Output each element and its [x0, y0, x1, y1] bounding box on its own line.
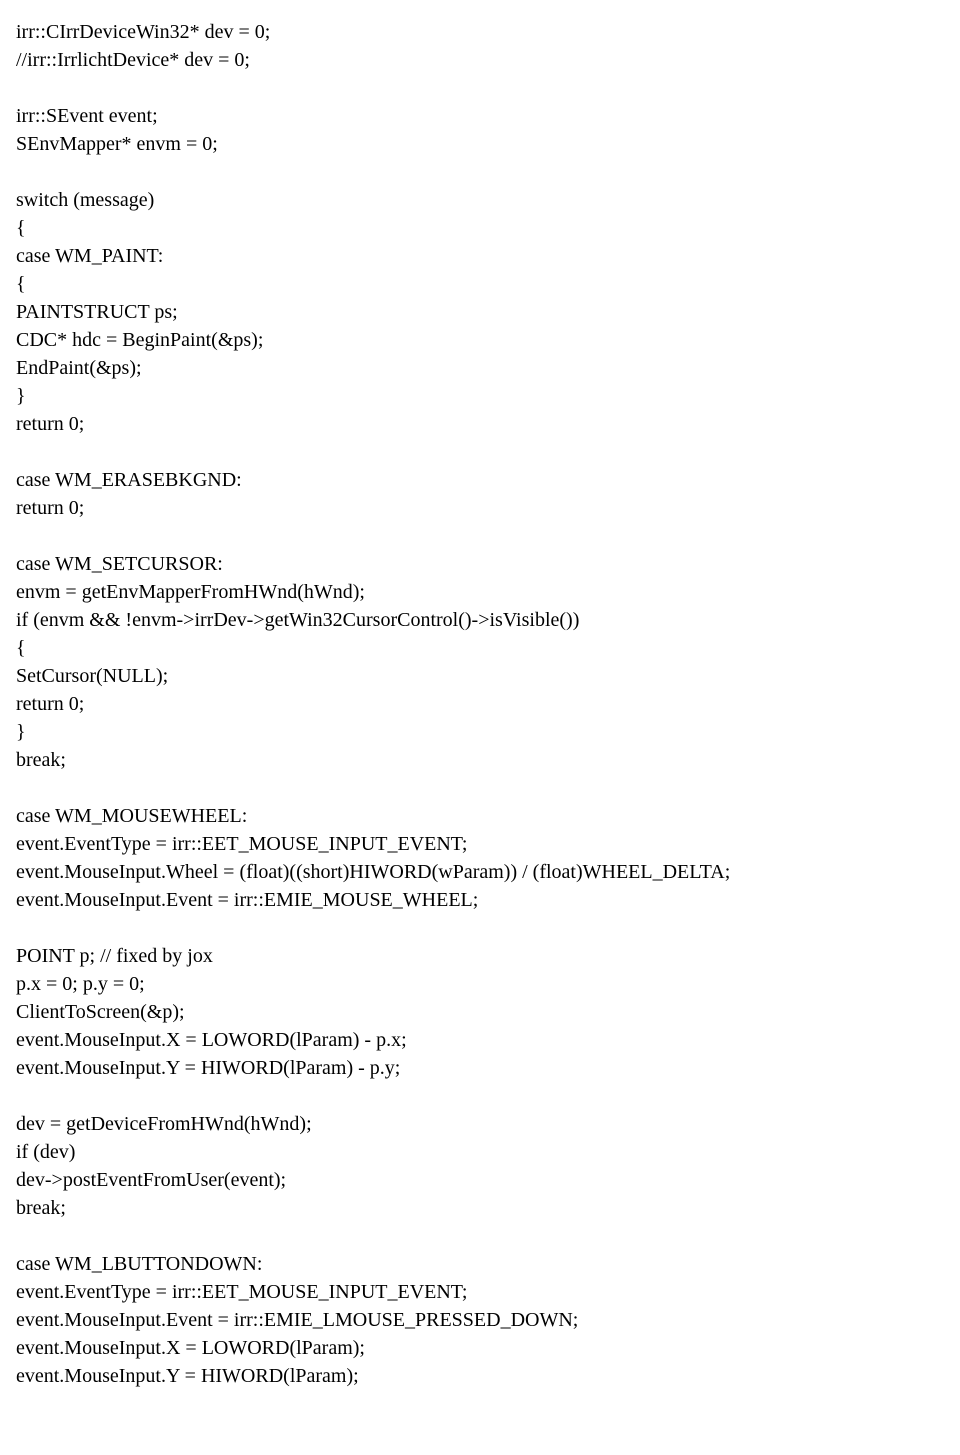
code-line: event.MouseInput.Event = irr::EMIE_LMOUS… — [16, 1306, 944, 1334]
code-line: } — [16, 718, 944, 746]
code-line: dev->postEventFromUser(event); — [16, 1166, 944, 1194]
blank-line — [16, 1222, 944, 1250]
code-line: irr::CIrrDeviceWin32* dev = 0; — [16, 18, 944, 46]
code-line: POINT p; // fixed by jox — [16, 942, 944, 970]
code-line: case WM_MOUSEWHEEL: — [16, 802, 944, 830]
code-line: case WM_PAINT: — [16, 242, 944, 270]
code-line: irr::SEvent event; — [16, 102, 944, 130]
code-line: return 0; — [16, 410, 944, 438]
code-line: case WM_LBUTTONDOWN: — [16, 1250, 944, 1278]
code-line: break; — [16, 1194, 944, 1222]
blank-line — [16, 1082, 944, 1110]
blank-line — [16, 74, 944, 102]
code-line: event.MouseInput.Y = HIWORD(lParam) - p.… — [16, 1054, 944, 1082]
code-block: irr::CIrrDeviceWin32* dev = 0;//irr::Irr… — [16, 18, 944, 1390]
code-line: event.MouseInput.Event = irr::EMIE_MOUSE… — [16, 886, 944, 914]
blank-line — [16, 914, 944, 942]
code-line: envm = getEnvMapperFromHWnd(hWnd); — [16, 578, 944, 606]
code-line: if (dev) — [16, 1138, 944, 1166]
code-line: event.EventType = irr::EET_MOUSE_INPUT_E… — [16, 1278, 944, 1306]
code-line: event.MouseInput.Y = HIWORD(lParam); — [16, 1362, 944, 1390]
code-line: return 0; — [16, 494, 944, 522]
code-line: EndPaint(&ps); — [16, 354, 944, 382]
code-line: if (envm && !envm->irrDev->getWin32Curso… — [16, 606, 944, 634]
code-line: { — [16, 270, 944, 298]
blank-line — [16, 438, 944, 466]
code-line: //irr::IrrlichtDevice* dev = 0; — [16, 46, 944, 74]
code-line: CDC* hdc = BeginPaint(&ps); — [16, 326, 944, 354]
code-line: SetCursor(NULL); — [16, 662, 944, 690]
code-line: dev = getDeviceFromHWnd(hWnd); — [16, 1110, 944, 1138]
code-line: p.x = 0; p.y = 0; — [16, 970, 944, 998]
code-line: event.MouseInput.Wheel = (float)((short)… — [16, 858, 944, 886]
blank-line — [16, 158, 944, 186]
code-line: case WM_SETCURSOR: — [16, 550, 944, 578]
code-line: switch (message) — [16, 186, 944, 214]
code-line: { — [16, 634, 944, 662]
code-line: event.MouseInput.X = LOWORD(lParam) - p.… — [16, 1026, 944, 1054]
code-line: ClientToScreen(&p); — [16, 998, 944, 1026]
blank-line — [16, 774, 944, 802]
code-line: SEnvMapper* envm = 0; — [16, 130, 944, 158]
code-line: PAINTSTRUCT ps; — [16, 298, 944, 326]
code-line: return 0; — [16, 690, 944, 718]
code-line: case WM_ERASEBKGND: — [16, 466, 944, 494]
code-line: { — [16, 214, 944, 242]
code-line: break; — [16, 746, 944, 774]
code-line: event.EventType = irr::EET_MOUSE_INPUT_E… — [16, 830, 944, 858]
blank-line — [16, 522, 944, 550]
code-line: } — [16, 382, 944, 410]
code-line: event.MouseInput.X = LOWORD(lParam); — [16, 1334, 944, 1362]
